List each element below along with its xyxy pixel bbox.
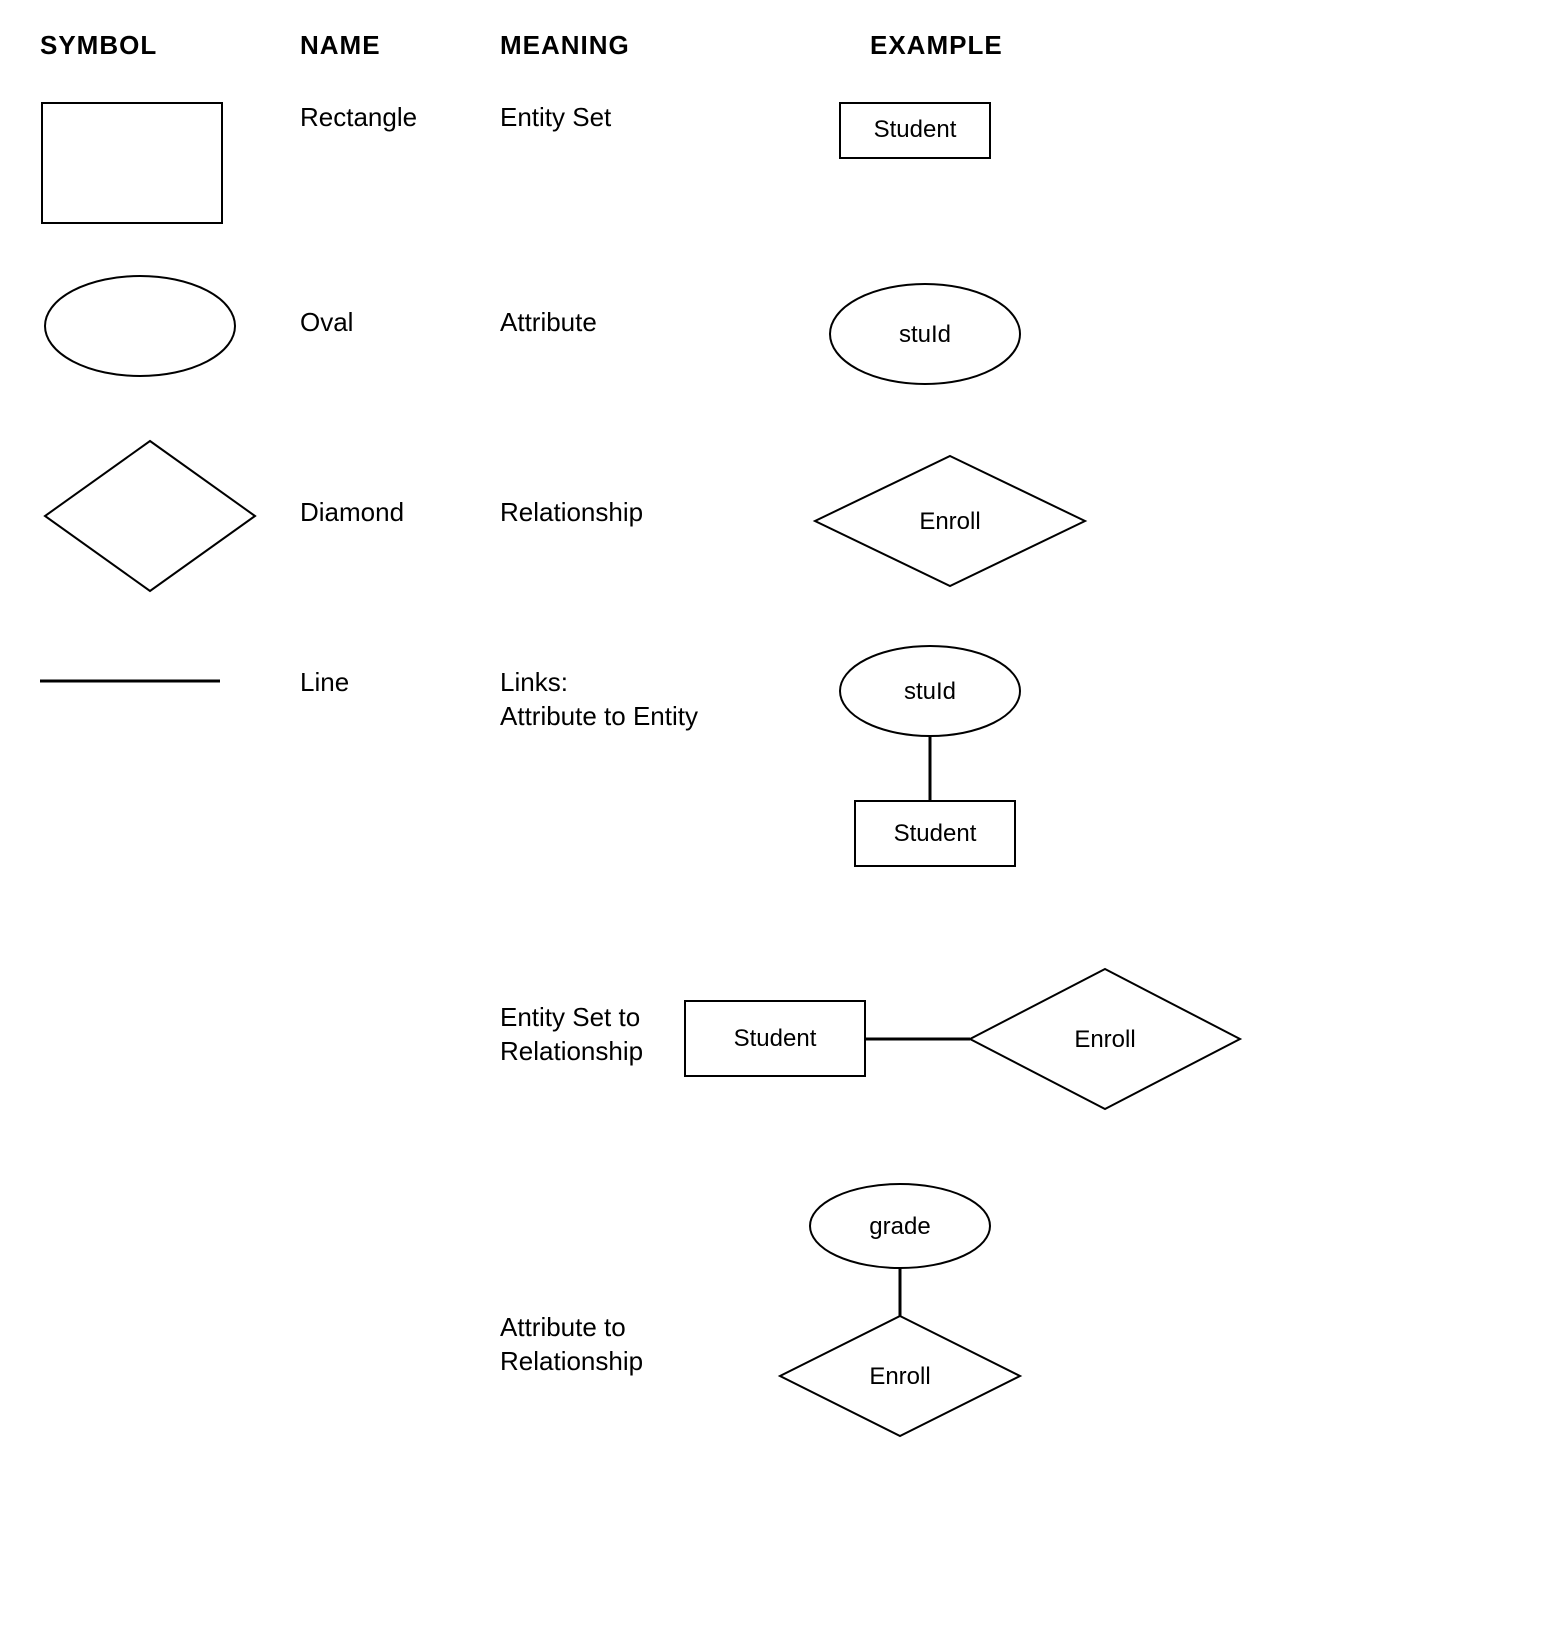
svg-text:Student: Student: [874, 116, 957, 143]
svg-text:stuId: stuId: [904, 678, 956, 705]
header-symbol: SYMBOL: [30, 30, 300, 61]
line-symbol-icon: [40, 676, 240, 686]
header-name: NAME: [300, 30, 500, 61]
row-oval: Oval Attribute stuId: [30, 271, 1530, 396]
diamond-symbol-icon: [40, 436, 270, 596]
example-oval: stuId: [810, 276, 1040, 396]
header-example: EXAMPLE: [810, 30, 1530, 61]
name-diamond: Diamond: [300, 436, 500, 530]
row-diamond: Diamond Relationship Enroll: [30, 436, 1530, 601]
meaning-line: Links: Attribute to Entity: [500, 641, 810, 734]
example-diamond: Enroll: [810, 451, 1100, 601]
rectangle-symbol-icon: [40, 101, 230, 231]
example-rectangle: Student: [810, 101, 1010, 171]
example-attribute-to-relationship: grade Enroll: [760, 1181, 1040, 1441]
er-symbol-legend: SYMBOL NAME MEANING EXAMPLE Rectangle En…: [30, 30, 1530, 1441]
svg-text:Enroll: Enroll: [919, 508, 980, 535]
name-rectangle: Rectangle: [300, 101, 500, 135]
oval-symbol-icon: [40, 271, 250, 381]
svg-text:stuId: stuId: [899, 321, 951, 348]
header-row: SYMBOL NAME MEANING EXAMPLE: [30, 30, 1530, 61]
svg-text:grade: grade: [869, 1213, 930, 1240]
svg-text:Enroll: Enroll: [869, 1363, 930, 1390]
meaning-rectangle: Entity Set: [500, 101, 810, 135]
row-attribute-to-relationship: Attribute to Relationship grade Enroll: [30, 1181, 1530, 1441]
header-meaning: MEANING: [500, 30, 810, 61]
example-entity-to-relationship: Student Enroll: [680, 961, 1260, 1121]
meaning-diamond: Relationship: [500, 436, 810, 530]
row-line: Line Links: Attribute to Entity stuId St…: [30, 641, 1530, 881]
example-attribute-to-entity: stuId Student: [810, 641, 1050, 881]
row-rectangle: Rectangle Entity Set Student: [30, 101, 1530, 231]
row-entity-to-relationship: Entity Set to Relationship Student Enrol…: [30, 961, 1530, 1121]
svg-text:Student: Student: [734, 1025, 817, 1052]
svg-text:Student: Student: [894, 820, 977, 847]
svg-text:Enroll: Enroll: [1074, 1026, 1135, 1053]
name-oval: Oval: [300, 271, 500, 340]
meaning-oval: Attribute: [500, 271, 810, 340]
name-line: Line: [300, 641, 500, 700]
